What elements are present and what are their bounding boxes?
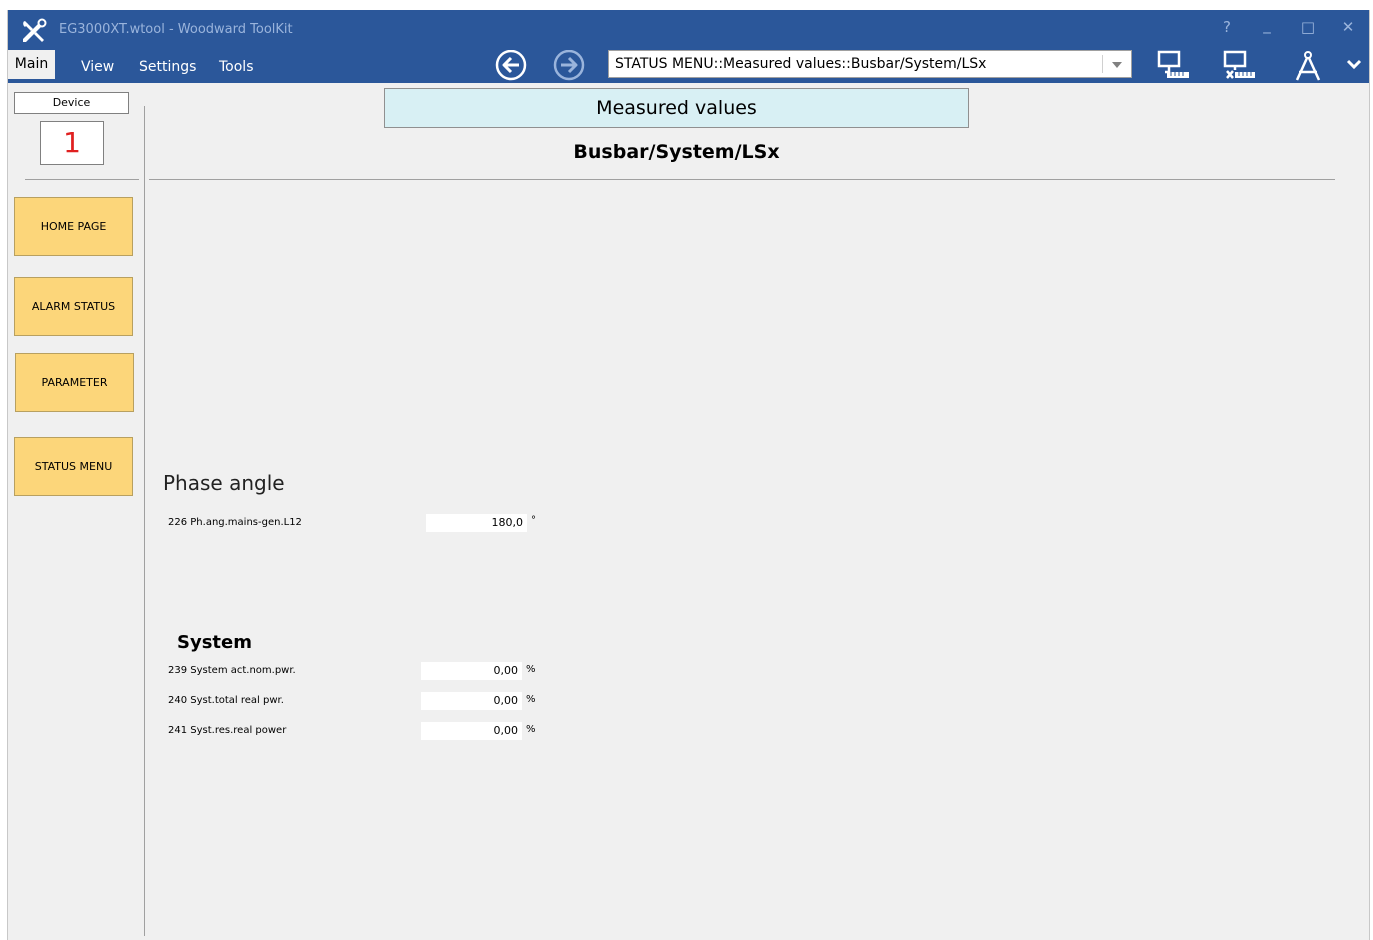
param-unit: °	[531, 515, 536, 526]
panel-divider	[144, 106, 145, 936]
param-unit: %	[526, 724, 536, 735]
status-menu-button[interactable]: STATUS MENU	[14, 437, 133, 496]
param-label: 241 Syst.res.real power	[168, 725, 287, 736]
connect-device-icon[interactable]	[1155, 50, 1191, 84]
param-value: 0,00	[421, 692, 522, 710]
param-label: 240 Syst.total real pwr.	[168, 695, 284, 706]
minimize-button[interactable]: _	[1255, 16, 1279, 34]
sidebar-divider	[25, 179, 139, 180]
forward-arrow-icon[interactable]	[552, 50, 586, 84]
window-title: EG3000XT.wtool - Woodward ToolKit	[59, 22, 293, 37]
menu-settings[interactable]: Settings	[139, 59, 196, 75]
combo-divider	[1102, 55, 1103, 73]
param-value: 0,00	[421, 722, 522, 740]
disconnect-device-icon[interactable]	[1221, 50, 1257, 84]
param-value: 180,0	[426, 514, 527, 532]
device-number[interactable]: 1	[40, 121, 104, 165]
system-heading: System	[177, 632, 252, 653]
alarm-status-button[interactable]: ALARM STATUS	[14, 277, 133, 336]
phase-angle-heading: Phase angle	[163, 471, 285, 495]
page-title: Busbar/System/LSx	[573, 141, 780, 163]
maximize-button[interactable]: □	[1296, 18, 1320, 36]
chevron-down-icon[interactable]	[1336, 50, 1370, 84]
param-unit: %	[526, 664, 536, 675]
param-value: 0,00	[421, 662, 522, 680]
close-button[interactable]: ✕	[1336, 18, 1360, 36]
help-button[interactable]: ?	[1215, 18, 1239, 36]
menu-tools[interactable]: Tools	[219, 59, 254, 75]
compass-drafting-icon[interactable]	[1290, 50, 1326, 84]
menu-view[interactable]: View	[81, 59, 114, 75]
navigation-path-text: STATUS MENU::Measured values::Busbar/Sys…	[615, 56, 987, 72]
toolkit-logo-icon	[23, 18, 47, 42]
param-label: 226 Ph.ang.mains-gen.L12	[168, 517, 302, 528]
content-divider	[149, 179, 1335, 180]
menu-bar: Main View Settings Tools STATUS MENU::Me…	[8, 50, 1369, 83]
param-unit: %	[526, 694, 536, 705]
menu-main[interactable]: Main	[8, 50, 55, 79]
title-bar: EG3000XT.wtool - Woodward ToolKit ? _ □ …	[8, 10, 1369, 50]
home-page-button[interactable]: HOME PAGE	[14, 197, 133, 256]
parameter-button[interactable]: PARAMETER	[15, 353, 134, 412]
dropdown-arrow-icon[interactable]	[1112, 62, 1122, 68]
back-arrow-icon[interactable]	[494, 50, 528, 84]
param-label: 239 System act.nom.pwr.	[168, 665, 296, 676]
section-header: Measured values	[384, 88, 969, 128]
navigation-path-combo[interactable]: STATUS MENU::Measured values::Busbar/Sys…	[608, 50, 1132, 78]
app-window: EG3000XT.wtool - Woodward ToolKit ? _ □ …	[7, 10, 1370, 940]
device-label: Device	[14, 92, 129, 114]
